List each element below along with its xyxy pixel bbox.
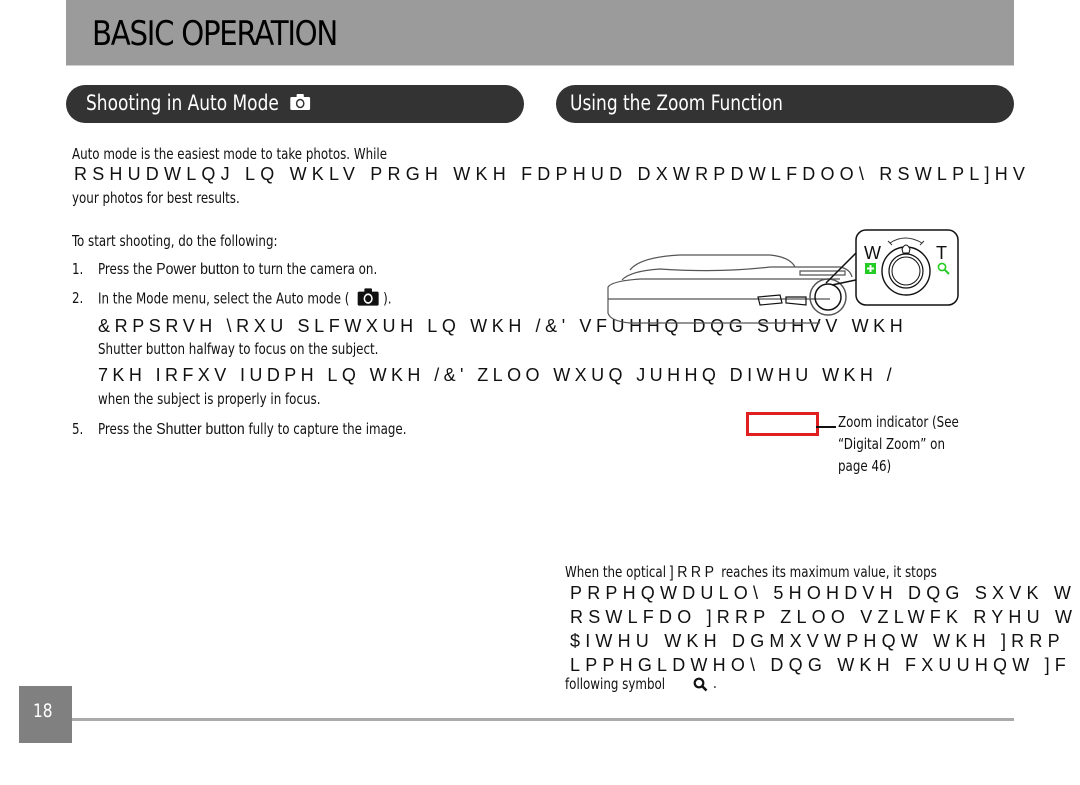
step-text-suffix: to turn the camera on. xyxy=(239,260,378,278)
intro-line-3: your photos for best results. xyxy=(72,189,240,207)
zoom-last-line-suffix: . xyxy=(713,674,717,692)
step-4-continuation: when the subject is properly in focus. xyxy=(98,390,321,408)
step-text: In the Mode menu, select the Auto mode (… xyxy=(98,287,392,309)
tele-zoom-icon xyxy=(937,262,950,275)
callout-line-2: “Digital Zoom” on xyxy=(838,435,945,453)
intro-line-2-garbled: RSHUDWLQJ LQ WKLV PRGH WKH FDPHUD DXWRPD… xyxy=(74,164,1031,184)
step-text: Press the Power button to turn the camer… xyxy=(98,260,377,279)
camera-body xyxy=(607,254,853,324)
section-heading-zoom-function-label: Using the Zoom Function xyxy=(570,91,783,115)
callout-line-1: Zoom indicator (See xyxy=(838,413,959,431)
camera-top-diagram xyxy=(607,229,959,324)
page-number-box: 18 xyxy=(19,686,72,743)
step-text-main: In the Mode menu, select the Auto mode ( xyxy=(98,289,350,307)
callout-line-3: page 46) xyxy=(838,457,892,475)
magnifier-icon xyxy=(693,677,708,692)
zoom-garbled-line-3: $IWHU WKH DGMXVWPHQW WKH ]RRP xyxy=(570,631,1065,651)
page-number: 18 xyxy=(33,700,53,722)
chapter-title: BASIC OPERATION xyxy=(92,14,338,54)
zoom-paragraph-last-line: following symbol . xyxy=(565,674,717,693)
zoom-garbled-line-2: RSWLFDO ]RRP ZLOO VZLWFK RYHU W xyxy=(570,607,1078,627)
step-text-suffix: fully to capture the image. xyxy=(244,420,407,438)
step-number: 2. xyxy=(72,289,84,307)
step-5: 5. Press the Shutter button fully to capt… xyxy=(72,419,449,439)
shutter-button-label: Shutter button xyxy=(156,421,245,438)
wide-zoom-icon xyxy=(865,263,876,274)
zoom-lever-small xyxy=(809,278,847,316)
step-1: 1. Press the Power button to turn the cam… xyxy=(72,259,415,279)
step-text-suffix: ). xyxy=(383,289,392,307)
section-heading-auto-mode: Shooting in Auto Mode xyxy=(66,85,524,123)
step-text-prefix: Press the xyxy=(98,420,157,438)
camera-icon xyxy=(357,287,380,307)
section-heading-zoom-function: Using the Zoom Function xyxy=(556,85,1014,123)
step-4-garbled: 7KH IRFXV IUDPH LQ WKH /&' ZLOO WXUQ JUH… xyxy=(98,365,897,385)
footer-divider xyxy=(72,718,1014,721)
steps-lead: To start shooting, do the following: xyxy=(72,232,278,250)
wide-label: W xyxy=(864,243,881,263)
intro-line-1: Auto mode is the easiest mode to take ph… xyxy=(72,145,388,163)
step-number: 5. xyxy=(72,420,84,438)
zoom-paragraph-line-1: When the optical ]RRP reaches its maximu… xyxy=(565,562,988,582)
zoom-garbled-line-4: LPPHGLDWHO\ DQG WKH FXUUHQW ]F xyxy=(570,655,1072,675)
zoom-line-1-suffix: reaches its maximum value, it stops xyxy=(717,563,937,581)
step-2: 2. In the Mode menu, select the Auto mode… xyxy=(72,287,432,309)
zoom-line-1-prefix: When the optical xyxy=(565,563,670,581)
step-text-prefix: Press the xyxy=(98,260,157,278)
step-number: 1. xyxy=(72,260,84,278)
step-text: Press the Shutter button fully to captur… xyxy=(98,420,406,439)
zoom-last-line-text: following symbol xyxy=(565,675,666,693)
tele-label: T xyxy=(936,243,947,263)
zoom-line-1-garbled: ]RRP xyxy=(669,564,718,581)
step-3-continuation: Shutter button halfway to focus on the s… xyxy=(98,340,379,358)
zoom-line-1-text: When the optical ]RRP reaches its maximu… xyxy=(565,563,937,582)
power-button-label: Power button xyxy=(156,261,240,278)
callout-leader-line xyxy=(816,426,836,428)
zoom-garbled-line-1: PRPHQWDULO\ 5HOHDVH DQG SXVK W xyxy=(570,583,1077,603)
zoom-indicator-callout-box xyxy=(746,412,819,436)
section-heading-auto-mode-label: Shooting in Auto Mode xyxy=(86,91,279,115)
camera-icon xyxy=(290,93,312,111)
